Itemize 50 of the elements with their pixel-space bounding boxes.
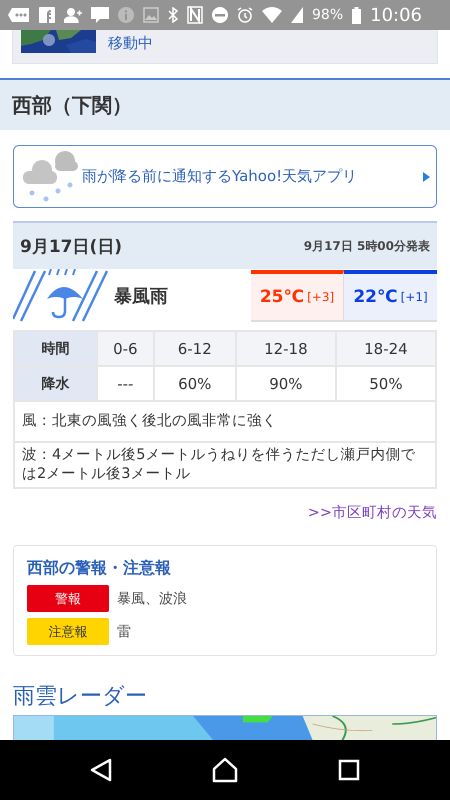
alert-level-label: 注意報 <box>27 618 109 645</box>
wifi-icon <box>262 7 282 23</box>
image-icon <box>143 7 159 23</box>
news-headline[interactable]: 移動中 <box>108 30 153 63</box>
back-icon[interactable] <box>90 758 112 782</box>
table-cell: 90% <box>236 366 336 401</box>
issued-time: 9月17日 5時00分発表 <box>304 238 430 254</box>
nfc-icon <box>187 6 203 24</box>
home-icon[interactable] <box>212 757 238 783</box>
recent-apps-icon[interactable] <box>338 759 360 781</box>
news-card[interactable]: 移動中 <box>12 30 438 64</box>
alert-types: 雷 <box>117 622 131 640</box>
low-temperature: 22℃ [+1] <box>344 270 437 322</box>
city-weather-link[interactable]: >>市区町村の天気 <box>308 503 437 522</box>
forecast-note: 風：北東の風強く後北の風非常に強く <box>14 401 436 442</box>
alert-level-label: 警報 <box>27 585 109 612</box>
alarm-icon <box>237 7 253 23</box>
banner-text: 雨が降る前に通知するYahoo!天気アプリ <box>82 167 358 186</box>
message-icon <box>91 7 109 23</box>
battery-icon <box>352 6 362 24</box>
table-cell: 6-12 <box>154 331 236 366</box>
clock-time: 10:06 <box>370 4 422 26</box>
weather-condition: 暴風雨 <box>113 285 169 308</box>
forecast-note: 波：4メートル後5メートルうねりを伴うただし瀬戸内側では2メートル後3メートル <box>14 442 436 488</box>
forecast-date: 9月17日(日) <box>20 236 122 258</box>
table-cell: 0-6 <box>97 331 154 366</box>
alert-types: 暴風、波浪 <box>117 590 187 608</box>
table-cell: 18-24 <box>336 331 436 366</box>
high-temperature: 25℃ [+3] <box>251 270 344 322</box>
radar-title: 雨雲レーダー <box>13 683 148 711</box>
table-cell: 60% <box>154 366 236 401</box>
app-icon <box>39 7 55 23</box>
bluetooth-icon <box>168 7 178 23</box>
add-contact-icon <box>64 7 82 23</box>
app-banner[interactable]: 雨が降る前に通知するYahoo!天気アプリ <box>13 145 437 208</box>
table-cell: 50% <box>336 366 436 401</box>
signal-icon <box>291 7 303 23</box>
table-cell: --- <box>97 366 154 401</box>
battery-percent: 98% <box>312 7 344 23</box>
storm-rain-icon <box>13 269 108 323</box>
table-cell: 12-18 <box>236 331 336 366</box>
section-title: 西部（下関） <box>12 92 132 118</box>
arrow-right-icon <box>423 172 430 182</box>
info-icon <box>118 7 134 23</box>
do-not-disturb-icon <box>212 7 228 23</box>
warnings-title[interactable]: 西部の警報・注意報 <box>27 558 423 579</box>
chat-icon <box>8 7 30 23</box>
rain-cloud-icon <box>20 148 78 204</box>
row-header: 降水 <box>14 366 97 401</box>
row-header: 時間 <box>14 331 97 366</box>
